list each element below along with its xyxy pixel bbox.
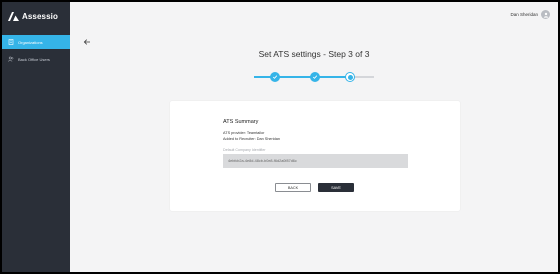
- check-icon: [312, 75, 318, 79]
- app-window: Assessio Organizations Back Office Users…: [2, 2, 558, 272]
- company-identifier-field[interactable]: 4ebfcb2a-4e8d-48cb-b0e8-f6d2a0f87d6c: [223, 154, 408, 168]
- step-1-indicator: [270, 72, 280, 82]
- summary-line-provider: ATS provider: Teamtailor: [223, 131, 265, 135]
- back-button[interactable]: BACK: [275, 183, 311, 192]
- sidebar-item-back-office-users[interactable]: Back Office Users: [2, 52, 70, 66]
- save-button[interactable]: SAVE: [318, 183, 354, 192]
- step-3-indicator: [345, 72, 355, 82]
- sidebar-item-label: Organizations: [18, 39, 43, 45]
- app-logo[interactable]: Assessio: [8, 12, 58, 21]
- user-name: Dan Sheridan: [510, 12, 538, 17]
- progress-stepper: [254, 71, 374, 83]
- sidebar-item-label: Back Office Users: [18, 56, 50, 62]
- summary-card: ATS Summary ATS provider: Teamtailor Add…: [170, 101, 460, 211]
- avatar[interactable]: [541, 10, 550, 19]
- user-icon: [543, 12, 548, 18]
- sidebar-item-organizations[interactable]: Organizations: [2, 35, 70, 49]
- app-name: Assessio: [22, 12, 58, 21]
- summary-line-recruiter: Added to Recruiter: Dan Sheridan: [223, 137, 280, 141]
- page-title: Set ATS settings - Step 3 of 3: [258, 49, 370, 59]
- back-arrow-icon[interactable]: [83, 38, 91, 46]
- sidebar: Assessio Organizations Back Office Users: [2, 2, 70, 272]
- step-2-indicator: [310, 72, 320, 82]
- step-connector: [254, 76, 306, 78]
- users-icon: [8, 56, 14, 62]
- assessio-logo-icon: [8, 12, 19, 21]
- summary-title: ATS Summary: [223, 119, 259, 125]
- building-icon: [8, 39, 14, 45]
- check-icon: [272, 75, 278, 79]
- user-menu[interactable]: Dan Sheridan: [510, 10, 550, 19]
- field-label: Default Company Identifier: [223, 148, 266, 152]
